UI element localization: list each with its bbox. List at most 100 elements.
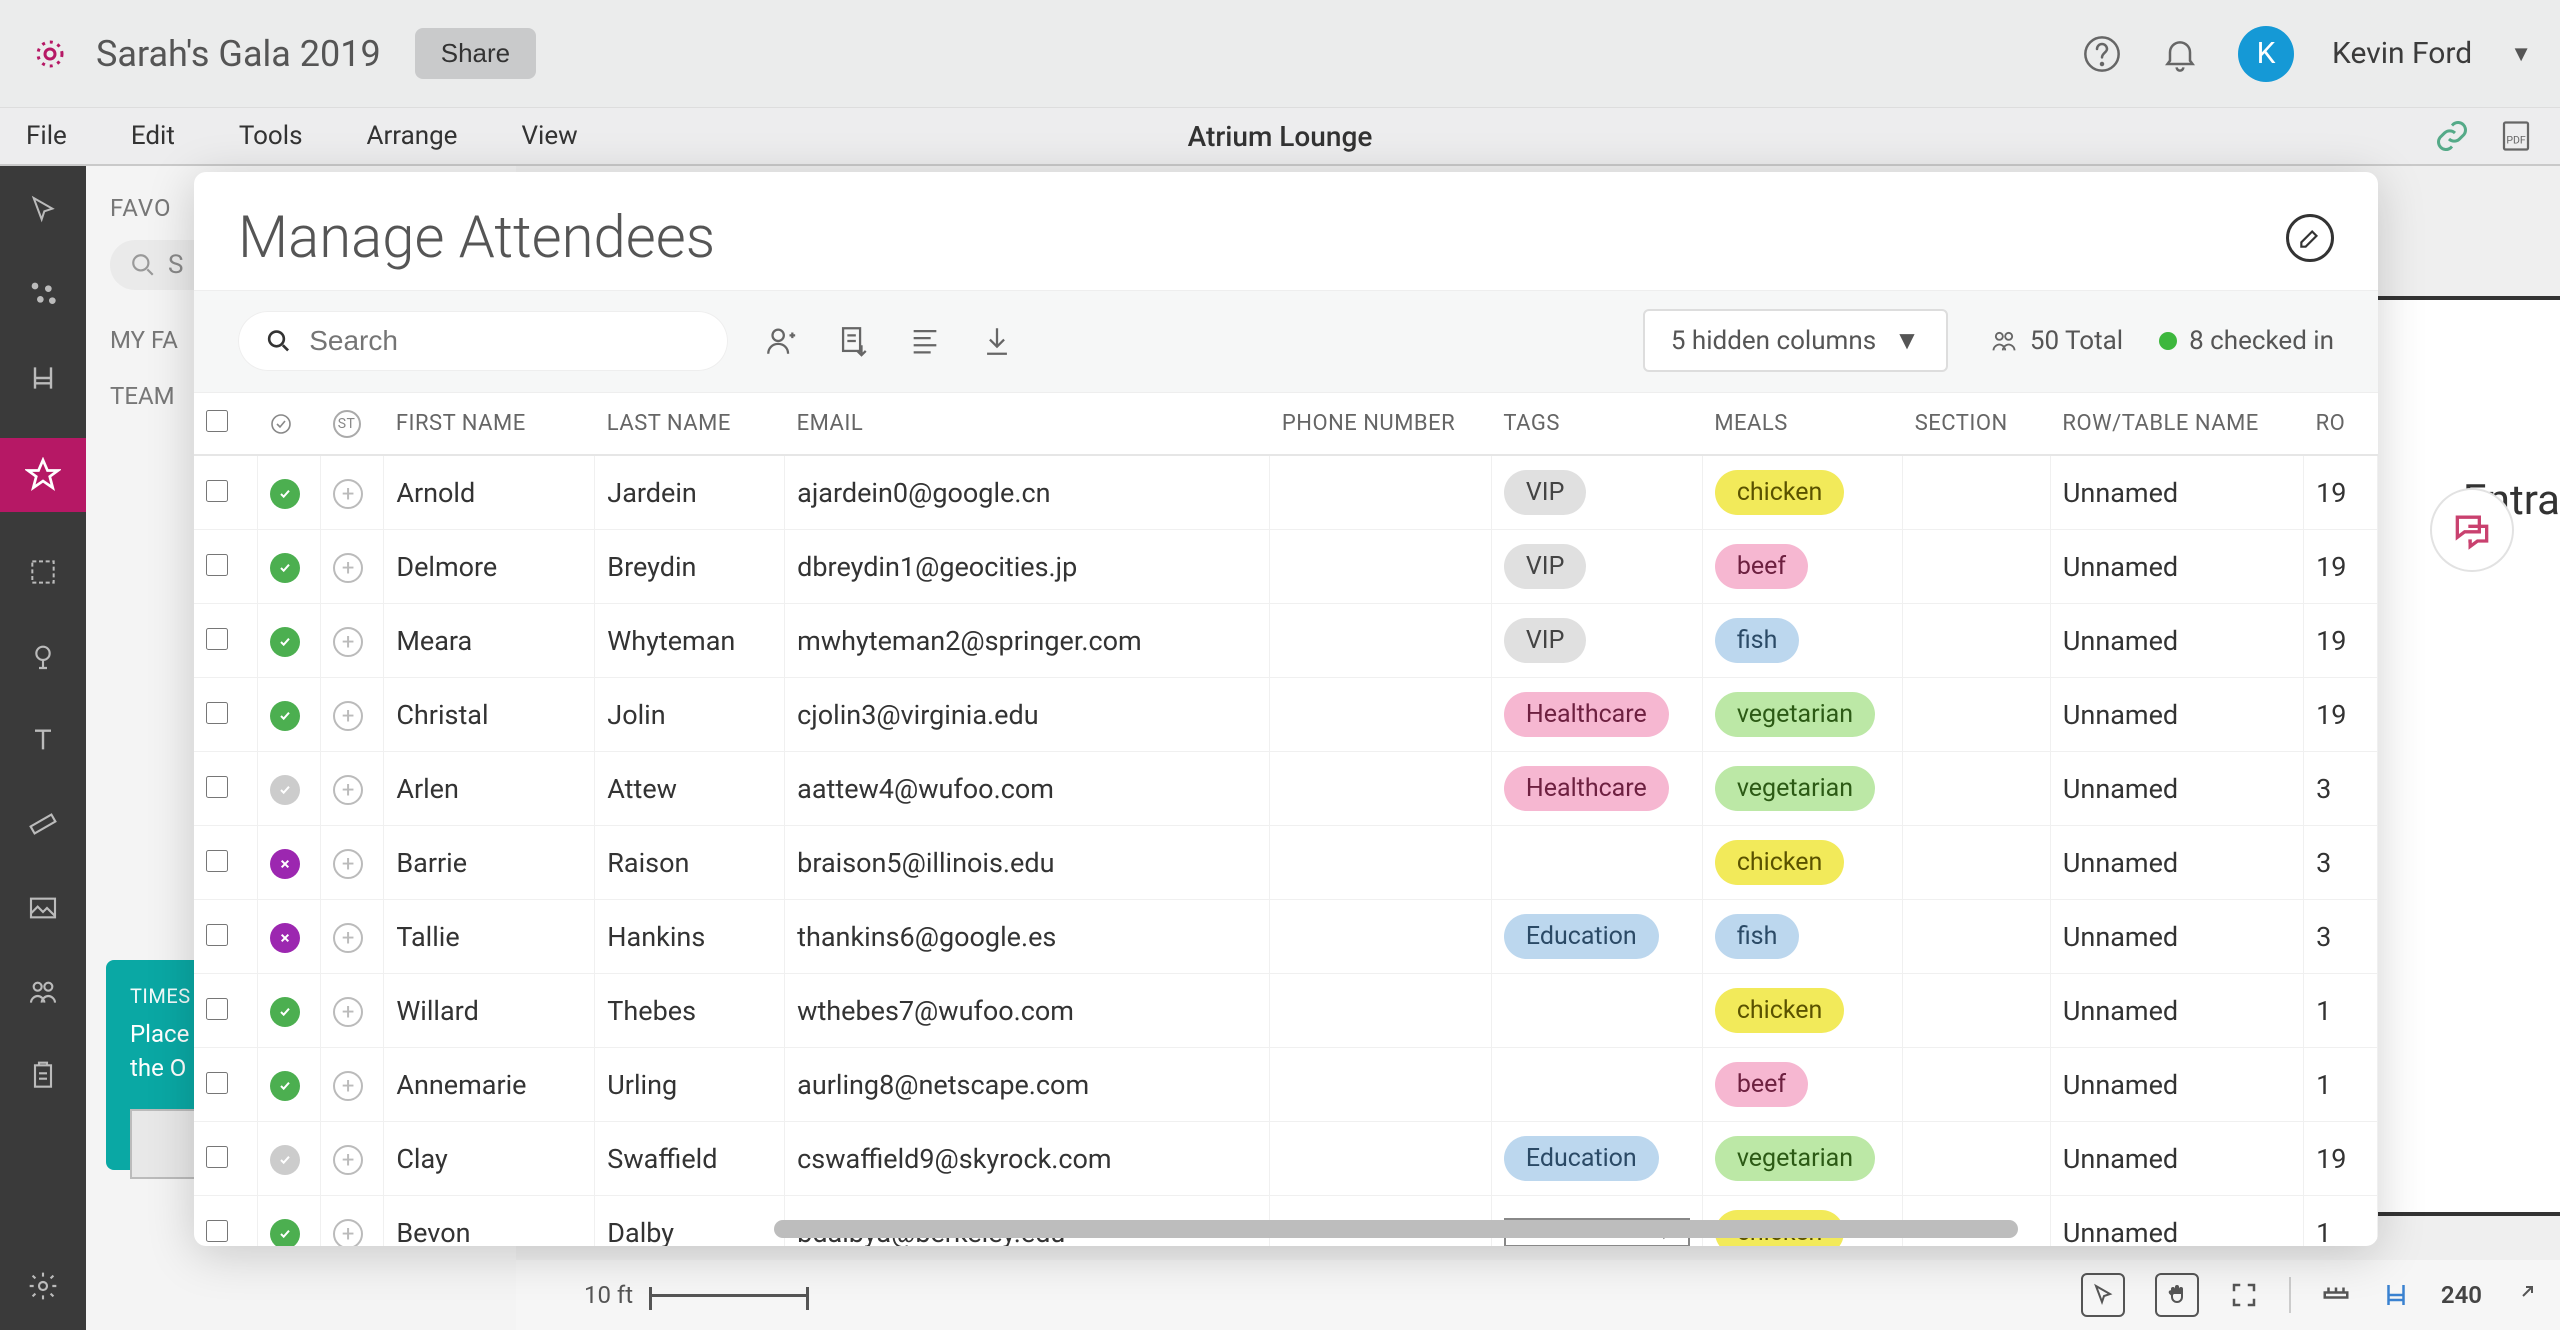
star-tool-icon[interactable]	[0, 438, 86, 512]
row-checkbox[interactable]	[206, 1146, 228, 1168]
cell-tags[interactable]	[1491, 974, 1702, 1048]
cell-tags[interactable]: VIP	[1491, 530, 1702, 604]
table-row[interactable]: +ChristalJolincjolin3@virginia.eduHealth…	[194, 678, 2378, 752]
cell-first-name[interactable]: Bevon	[384, 1196, 595, 1247]
menu-edit[interactable]: Edit	[131, 121, 175, 151]
cell-row-num[interactable]: 1	[2304, 974, 2378, 1048]
cell-section[interactable]	[1903, 678, 2051, 752]
text-tool-icon[interactable]	[19, 716, 67, 764]
row-checkbox[interactable]	[206, 554, 228, 576]
cell-last-name[interactable]: Thebes	[595, 974, 785, 1048]
cell-first-name[interactable]: Meara	[384, 604, 595, 678]
cell-tags[interactable]: Healthcare	[1491, 752, 1702, 826]
table-row[interactable]: +ClaySwaffieldcswaffield9@skyrock.comEdu…	[194, 1122, 2378, 1196]
cell-email[interactable]: cswaffield9@skyrock.com	[785, 1122, 1270, 1196]
cell-last-name[interactable]: Dalby	[595, 1196, 785, 1247]
row-add-icon[interactable]: +	[333, 923, 363, 953]
header-meals[interactable]: Meals	[1702, 393, 1902, 455]
menu-tools[interactable]: Tools	[239, 121, 303, 151]
cell-meals[interactable]: fish	[1702, 900, 1902, 974]
download-icon[interactable]	[978, 322, 1016, 360]
image-tool-icon[interactable]	[19, 884, 67, 932]
table-row[interactable]: +ArlenAttewaattew4@wufoo.comHealthcareve…	[194, 752, 2378, 826]
user-avatar[interactable]: K	[2238, 26, 2294, 82]
cell-meals[interactable]: chicken	[1702, 974, 1902, 1048]
header-email[interactable]: Email	[785, 393, 1270, 455]
row-add-icon[interactable]: +	[333, 701, 363, 731]
snap-tool-icon[interactable]	[19, 632, 67, 680]
cell-last-name[interactable]: Hankins	[595, 900, 785, 974]
cell-row-name[interactable]: Unnamed	[2050, 1048, 2303, 1122]
cell-row-num[interactable]: 19	[2304, 455, 2378, 530]
cell-phone[interactable]	[1270, 678, 1492, 752]
row-icon[interactable]	[2321, 1280, 2351, 1310]
cursor-tool-icon[interactable]	[19, 186, 67, 234]
cell-first-name[interactable]: Tallie	[384, 900, 595, 974]
table-row[interactable]: +ArnoldJardeinajardein0@google.cnVIPchic…	[194, 455, 2378, 530]
header-select-all[interactable]	[194, 393, 257, 455]
cell-phone[interactable]	[1270, 974, 1492, 1048]
cell-email[interactable]: ajardein0@google.cn	[785, 455, 1270, 530]
cell-row-num[interactable]: 19	[2304, 1122, 2378, 1196]
add-attendee-icon[interactable]	[762, 322, 800, 360]
row-add-icon[interactable]: +	[333, 849, 363, 879]
cell-tags[interactable]: Healthcare	[1491, 678, 1702, 752]
row-checkbox[interactable]	[206, 1072, 228, 1094]
row-add-icon[interactable]: +	[333, 553, 363, 583]
cell-last-name[interactable]: Raison	[595, 826, 785, 900]
document-title[interactable]: Sarah's Gala 2019	[96, 33, 381, 75]
cell-row-name[interactable]: Unnamed	[2050, 1122, 2303, 1196]
pan-mode-icon[interactable]	[2155, 1273, 2199, 1317]
menu-arrange[interactable]: Arrange	[367, 121, 458, 151]
cell-row-name[interactable]: Unnamed	[2050, 678, 2303, 752]
row-checkbox[interactable]	[206, 924, 228, 946]
chair-tool-icon[interactable]	[19, 354, 67, 402]
table-row[interactable]: +DelmoreBreydindbreydin1@geocities.jpVIP…	[194, 530, 2378, 604]
cell-first-name[interactable]: Barrie	[384, 826, 595, 900]
cell-meals[interactable]: vegetarian	[1702, 678, 1902, 752]
cell-email[interactable]: aattew4@wufoo.com	[785, 752, 1270, 826]
user-menu-chevron-icon[interactable]: ▼	[2510, 41, 2532, 67]
people-tool-icon[interactable]	[19, 968, 67, 1016]
header-status-icon[interactable]	[257, 393, 320, 455]
cell-phone[interactable]	[1270, 1122, 1492, 1196]
ruler-tool-icon[interactable]	[19, 800, 67, 848]
cell-row-name[interactable]: Unnamed	[2050, 1196, 2303, 1247]
header-tags[interactable]: Tags	[1491, 393, 1702, 455]
cell-row-num[interactable]: 1	[2304, 1196, 2378, 1247]
cell-row-num[interactable]: 19	[2304, 604, 2378, 678]
attendee-search-input[interactable]	[309, 325, 700, 357]
help-icon[interactable]	[2082, 34, 2122, 74]
cell-row-name[interactable]: Unnamed	[2050, 900, 2303, 974]
cell-section[interactable]	[1903, 826, 2051, 900]
export-pdf-icon[interactable]: PDF	[2498, 118, 2534, 154]
cell-first-name[interactable]: Willard	[384, 974, 595, 1048]
cell-email[interactable]: braison5@illinois.edu	[785, 826, 1270, 900]
cell-row-name[interactable]: Unnamed	[2050, 826, 2303, 900]
row-add-icon[interactable]: +	[333, 1219, 363, 1246]
cell-section[interactable]	[1903, 530, 2051, 604]
row-add-icon[interactable]: +	[333, 1071, 363, 1101]
cell-section[interactable]	[1903, 1122, 2051, 1196]
cell-row-num[interactable]: 3	[2304, 826, 2378, 900]
cell-meals[interactable]: vegetarian	[1702, 752, 1902, 826]
header-phone[interactable]: Phone Number	[1270, 393, 1492, 455]
cell-meals[interactable]: chicken	[1702, 455, 1902, 530]
cell-section[interactable]	[1903, 604, 2051, 678]
menu-file[interactable]: File	[26, 121, 67, 151]
notification-bell-icon[interactable]	[2160, 34, 2200, 74]
row-add-icon[interactable]: +	[333, 997, 363, 1027]
table-row[interactable]: +MearaWhytemanmwhyteman2@springer.comVIP…	[194, 604, 2378, 678]
cell-last-name[interactable]: Jolin	[595, 678, 785, 752]
horizontal-scrollbar[interactable]	[774, 1220, 2018, 1238]
row-checkbox[interactable]	[206, 702, 228, 724]
cell-last-name[interactable]: Whyteman	[595, 604, 785, 678]
row-checkbox[interactable]	[206, 1220, 228, 1242]
header-st[interactable]: ST	[321, 393, 384, 455]
cell-phone[interactable]	[1270, 530, 1492, 604]
table-row[interactable]: +WillardThebeswthebes7@wufoo.comchickenU…	[194, 974, 2378, 1048]
cell-phone[interactable]	[1270, 604, 1492, 678]
cell-tags[interactable]: VIP	[1491, 455, 1702, 530]
cell-meals[interactable]: beef	[1702, 1048, 1902, 1122]
cell-row-name[interactable]: Unnamed	[2050, 455, 2303, 530]
